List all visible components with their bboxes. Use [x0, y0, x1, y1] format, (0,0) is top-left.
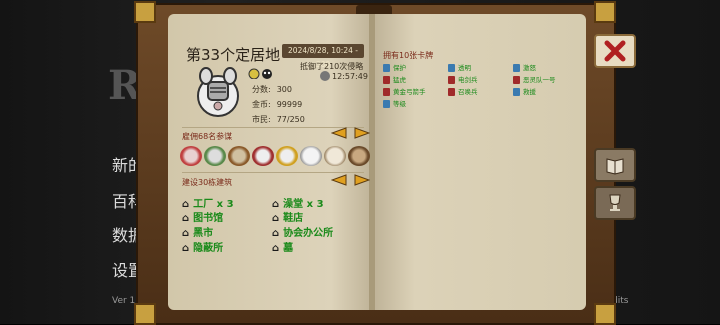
house-icon: ⌂	[182, 228, 190, 239]
card-icon	[513, 88, 520, 96]
clock-icon	[320, 71, 330, 81]
unit-portrait[interactable]	[276, 146, 298, 166]
black-mouse-icon	[262, 69, 272, 79]
unit-portrait[interactable]	[204, 146, 226, 166]
card-name: 召唤兵	[458, 88, 478, 96]
divider	[182, 172, 364, 173]
trophy-icon	[609, 194, 621, 211]
card-item[interactable]: 猛虎	[383, 74, 406, 84]
card-item[interactable]: 救援	[513, 86, 536, 96]
house-icon: ⌂	[272, 243, 280, 254]
staff-prev-arrow-icon[interactable]	[331, 127, 347, 139]
card-name: 激怒	[523, 64, 536, 72]
house-icon: ⌂	[182, 213, 190, 224]
card-item[interactable]: 电剑兵	[448, 74, 478, 84]
card-item[interactable]: 召唤兵	[448, 86, 478, 96]
close-x-icon	[604, 40, 626, 62]
building-item: ⌂ 协会办公所	[272, 228, 334, 239]
building-item: ⌂ 鞋店	[272, 213, 304, 224]
card-icon	[448, 64, 455, 72]
card-name: 等级	[393, 100, 406, 108]
frame-corner	[594, 1, 616, 23]
card-icon	[448, 76, 455, 84]
staff-label: 雇佣68名参谋	[182, 132, 233, 141]
card-name: 猛虎	[393, 76, 406, 84]
building-item: ⌂ 墓	[272, 243, 294, 254]
building-item: ⌂ 澡堂 x 3	[272, 199, 324, 210]
card-icon	[383, 76, 390, 84]
buildings-label: 建设30栋建筑	[182, 178, 233, 187]
card-icon	[513, 64, 520, 72]
card-item[interactable]: 等级	[383, 98, 406, 108]
buildings-prev-arrow-icon[interactable]	[331, 174, 347, 186]
card-item[interactable]: 黄金弓箭手	[383, 86, 426, 96]
building-item: ⌂ 图书馆	[182, 213, 224, 224]
frame-corner	[594, 303, 616, 325]
house-icon: ⌂	[272, 213, 280, 224]
card-item[interactable]: 恶灵队一号	[513, 74, 556, 84]
crown-mouse-icon	[248, 68, 260, 79]
frame-corner	[134, 303, 156, 325]
card-icon	[448, 88, 455, 96]
unit-portrait[interactable]	[300, 146, 322, 166]
staff-next-arrow-icon[interactable]	[354, 127, 370, 139]
card-icon	[383, 88, 390, 96]
book-tab-button[interactable]	[594, 148, 636, 182]
frame-corner	[134, 1, 156, 23]
version-label: Ver 1	[112, 296, 136, 306]
card-name: 电剑兵	[458, 76, 478, 84]
gold-stat: 金币: 99999	[252, 100, 303, 109]
card-icon	[383, 100, 390, 108]
settlement-title: 第33个定居地	[186, 46, 281, 64]
close-button[interactable]	[594, 34, 636, 68]
card-name: 黄金弓箭手	[393, 88, 426, 96]
score-stat: 分数: 300	[252, 85, 292, 94]
house-icon: ⌂	[182, 243, 190, 254]
card-name: 保护	[393, 64, 406, 72]
mayor-avatar	[197, 67, 239, 117]
unit-portrait[interactable]	[180, 146, 202, 166]
cards-label: 拥有10张卡牌	[383, 51, 434, 60]
card-item[interactable]: 激怒	[513, 62, 536, 72]
card-icon	[513, 76, 520, 84]
unit-portrait[interactable]	[228, 146, 250, 166]
defended-count: 抵御了210次侵略	[300, 62, 364, 71]
house-icon: ⌂	[272, 228, 280, 239]
building-item: ⌂ 隐蔽所	[182, 243, 224, 254]
timer: 12:57:49	[332, 72, 368, 81]
card-item[interactable]: 透明	[448, 62, 471, 72]
card-icon	[383, 64, 390, 72]
trophy-tab-button[interactable]	[594, 186, 636, 220]
unit-portrait[interactable]	[324, 146, 346, 166]
citizens-stat: 市民: 77/250	[252, 115, 305, 124]
unit-portrait[interactable]	[252, 146, 274, 166]
unit-portrait[interactable]	[348, 146, 370, 166]
date-badge: 2024/8/28, 10:24 - 300	[282, 44, 364, 69]
building-item: ⌂ 工厂 x 3	[182, 199, 234, 210]
book-icon	[606, 158, 624, 175]
card-item[interactable]: 保护	[383, 62, 406, 72]
card-name: 救援	[523, 88, 536, 96]
building-item: ⌂ 黑市	[182, 228, 214, 239]
card-name: 恶灵队一号	[523, 76, 556, 84]
buildings-next-arrow-icon[interactable]	[354, 174, 370, 186]
card-name: 透明	[458, 64, 471, 72]
staff-units	[180, 146, 370, 166]
